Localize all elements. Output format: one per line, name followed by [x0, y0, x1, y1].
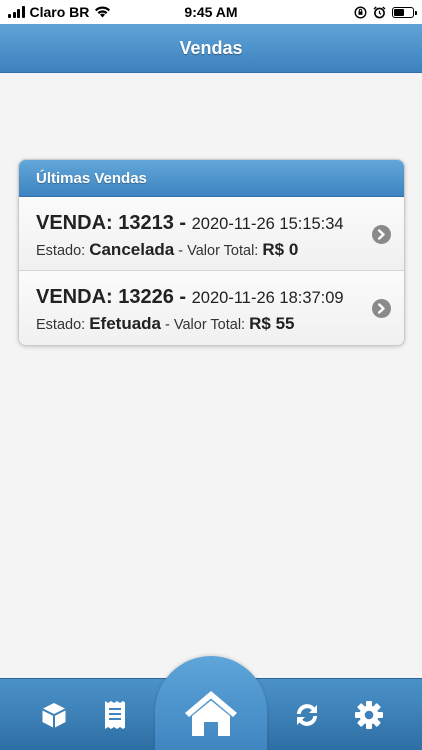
- gear-icon: [355, 701, 383, 729]
- box-icon: [42, 703, 66, 728]
- app-header: Vendas: [0, 24, 422, 73]
- status-right: [354, 5, 417, 19]
- home-icon: [185, 691, 237, 736]
- orientation-lock-icon: [354, 5, 367, 19]
- chevron-right-icon[interactable]: [372, 299, 391, 318]
- nav-settings-button[interactable]: [351, 697, 387, 733]
- recent-sales-panel: Últimas Vendas VENDA: 13213 - 2020-11-26…: [18, 159, 405, 346]
- sale-row[interactable]: VENDA: 13213 - 2020-11-26 15:15:34 Estad…: [19, 197, 404, 271]
- total-label: - Valor Total:: [165, 317, 246, 333]
- sale-number: VENDA: 13213 -: [36, 212, 187, 234]
- sale-total: R$ 55: [249, 314, 295, 333]
- carrier-name: Claro BR: [29, 4, 90, 20]
- state-label: Estado:: [36, 243, 86, 259]
- signal-icon: [8, 6, 25, 18]
- sale-details: Estado: Efetuada - Valor Total: R$ 55: [36, 314, 354, 335]
- nav-products-button[interactable]: [36, 697, 72, 733]
- sale-heading: VENDA: 13226 - 2020-11-26 18:37:09: [36, 285, 354, 310]
- status-left: Claro BR: [8, 4, 111, 20]
- nav-home-button[interactable]: [155, 656, 267, 750]
- sale-heading: VENDA: 13213 - 2020-11-26 15:15:34: [36, 211, 354, 236]
- sale-details: Estado: Cancelada - Valor Total: R$ 0: [36, 240, 354, 261]
- page-title: Vendas: [179, 37, 243, 58]
- sale-datetime: 2020-11-26 15:15:34: [191, 215, 344, 233]
- alarm-icon: [373, 5, 386, 18]
- total-label: - Valor Total:: [178, 243, 259, 259]
- sale-row[interactable]: VENDA: 13226 - 2020-11-26 18:37:09 Estad…: [19, 271, 404, 345]
- sale-state: Efetuada: [89, 314, 161, 333]
- sale-total: R$ 0: [262, 240, 299, 259]
- chevron-right-icon[interactable]: [372, 225, 391, 244]
- state-label: Estado:: [36, 317, 86, 333]
- status-bar: Claro BR 9:45 AM: [0, 0, 422, 24]
- nav-sync-button[interactable]: [289, 697, 325, 733]
- sale-number: VENDA: 13226 -: [36, 286, 187, 308]
- wifi-icon: [95, 6, 111, 18]
- battery-icon: [392, 6, 417, 18]
- nav-receipts-button[interactable]: [97, 697, 133, 733]
- receipt-icon: [105, 701, 125, 729]
- sync-icon: [297, 704, 317, 726]
- sale-datetime: 2020-11-26 18:37:09: [191, 289, 344, 307]
- sale-state: Cancelada: [89, 240, 175, 259]
- panel-title: Últimas Vendas: [19, 160, 404, 197]
